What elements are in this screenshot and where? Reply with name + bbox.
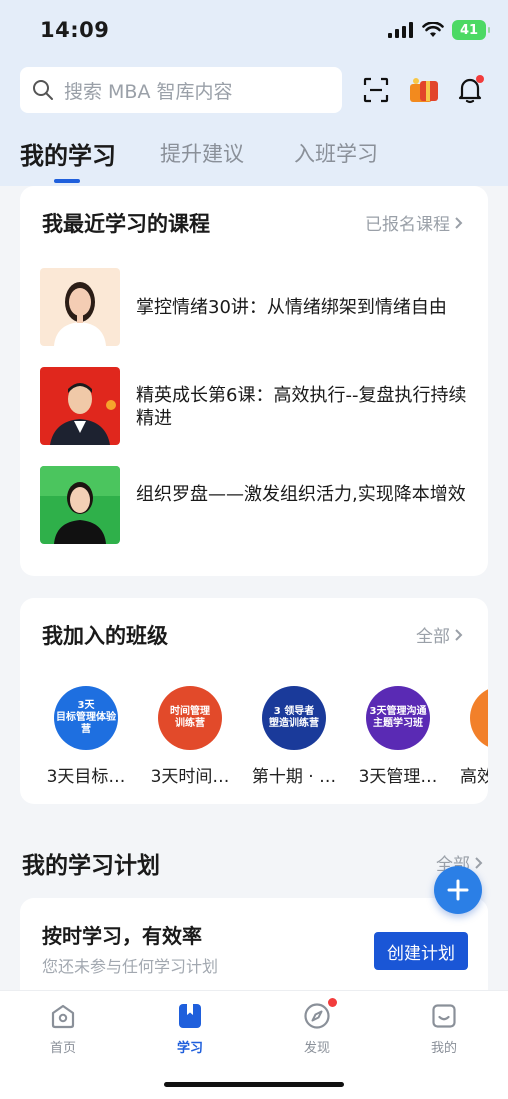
search-input[interactable]: 搜索 MBA 智库内容 [20, 67, 342, 113]
class-avatar: 时间管理 训练营 [158, 686, 222, 750]
class-name: 3天目标… [46, 767, 126, 787]
course-thumbnail [40, 367, 120, 445]
nav-item-discover[interactable]: 发现 [277, 998, 357, 1056]
scan-icon[interactable] [358, 72, 394, 108]
add-fab-button[interactable] [434, 866, 482, 914]
class-name: 3天时间… [150, 767, 230, 787]
class-item[interactable]: 3 领导者 塑造训练营 第十期 · … [246, 686, 342, 787]
class-name: 高效 [460, 767, 488, 787]
course-title: 掌控情绪30讲：从情绪绑架到情绪自由 [136, 297, 447, 318]
home-icon [48, 1001, 78, 1031]
enrolled-courses-link[interactable]: 已报名课程 [365, 210, 464, 235]
compass-icon [302, 998, 337, 1031]
joined-classes-title: 我加入的班级 [42, 624, 168, 648]
class-avatar: 3天 目标管理体验营 [54, 686, 118, 750]
class-item[interactable]: 高效 高效 [440, 686, 488, 787]
learning-plan-title: 我的学习计划 [22, 853, 160, 879]
status-bar: 14:09 41 [0, 0, 508, 58]
gift-icon[interactable] [406, 72, 442, 108]
battery-icon: 41 [452, 20, 490, 40]
profile-icon [429, 1001, 459, 1031]
course-thumbnail [40, 466, 120, 544]
nav-label: 首页 [49, 1041, 76, 1056]
status-icons: 41 [388, 20, 490, 40]
search-placeholder: 搜索 MBA 智库内容 [64, 80, 233, 103]
cellular-signal-icon [388, 22, 413, 38]
tab-class-learning[interactable]: 入班学习 [294, 138, 378, 168]
chevron-right-icon [455, 628, 463, 641]
class-name: 第十期 · … [251, 767, 337, 787]
class-item[interactable]: 时间管理 训练营 3天时间… [142, 686, 238, 787]
discover-badge-dot [328, 998, 337, 1007]
enrolled-courses-label: 已报名课程 [365, 215, 450, 235]
plan-card-title: 按时学习，有效率 [42, 924, 202, 948]
nav-label: 发现 [303, 1041, 330, 1056]
nav-label: 我的 [430, 1041, 457, 1056]
nav-item-home[interactable]: 首页 [23, 1001, 103, 1056]
notification-dot [476, 75, 484, 83]
course-title: 组织罗盘——激发组织活力,实现降本增效 [136, 484, 466, 505]
tab-my-learning[interactable]: 我的学习 [20, 136, 116, 171]
wifi-icon [422, 22, 444, 37]
status-time: 14:09 [40, 18, 110, 42]
course-title: 精英成长第6课：高效执行--复盘执行持续精进 [136, 385, 467, 429]
course-thumbnail [40, 268, 120, 346]
recent-courses-title: 我最近学习的课程 [42, 212, 210, 236]
class-name: 3天管理… [358, 767, 438, 787]
nav-item-profile[interactable]: 我的 [404, 1001, 484, 1056]
plan-card-subtitle: 您还未参与任何学习计划 [42, 957, 219, 976]
create-plan-button[interactable]: 创建计划 [374, 932, 468, 970]
class-item[interactable]: 3天管理沟通 主题学习班 3天管理… [350, 686, 446, 787]
nav-label: 学习 [176, 1041, 203, 1056]
class-avatar: 高效 [470, 686, 488, 750]
course-item[interactable]: 掌控情绪30讲：从情绪绑架到情绪自由 [40, 268, 470, 348]
nav-item-learning[interactable]: 学习 [150, 1001, 230, 1056]
plus-icon [447, 879, 469, 901]
tab-suggestions[interactable]: 提升建议 [160, 138, 244, 168]
all-classes-link[interactable]: 全部 [416, 622, 464, 647]
class-avatar: 3 领导者 塑造训练营 [262, 686, 326, 750]
chevron-right-icon [455, 216, 463, 229]
all-classes-label: 全部 [416, 627, 450, 647]
course-item[interactable]: 组织罗盘——激发组织活力,实现降本增效 [40, 466, 470, 546]
course-item[interactable]: 精英成长第6课：高效执行--复盘执行持续精进 [40, 367, 470, 447]
class-item[interactable]: 3天 目标管理体验营 3天目标… [38, 686, 134, 787]
notification-bell-icon[interactable] [452, 72, 488, 108]
chevron-right-icon [475, 856, 483, 869]
active-tab-indicator [54, 179, 80, 183]
joined-classes-card: 我加入的班级 全部 3天 目标管理体验营 3天目标… 时间管理 训练营 3天时间… [20, 598, 488, 804]
search-icon [33, 80, 53, 100]
home-indicator [164, 1082, 344, 1087]
bookmark-icon [175, 1001, 205, 1031]
recent-courses-card: 我最近学习的课程 已报名课程 掌控情绪30讲：从情绪绑架到情绪自由 精英成长第6… [20, 186, 488, 576]
class-avatar: 3天管理沟通 主题学习班 [366, 686, 430, 750]
